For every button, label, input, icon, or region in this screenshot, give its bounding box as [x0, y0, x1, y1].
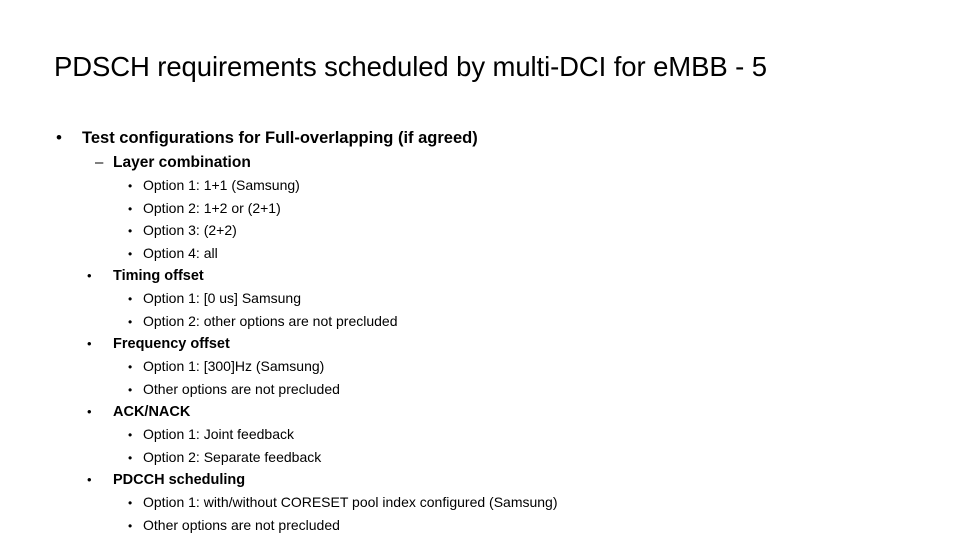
- option-label: Option 4: all: [143, 244, 218, 261]
- option-label: Option 3: (2+2): [143, 222, 237, 238]
- bullet-dot-icon: •: [87, 268, 92, 283]
- bullet-dot-icon: •: [128, 428, 133, 442]
- option-row: • Option 2: other options are not preclu…: [0, 311, 960, 333]
- section-heading-row: • Frequency offset: [0, 333, 960, 355]
- option-label: Option 1: 1+1 (Samsung): [143, 177, 300, 193]
- option-label: Option 1: Joint feedback: [143, 426, 294, 442]
- option-row: • Option 2: Separate feedback: [0, 447, 960, 469]
- section-heading-row: • Timing offset: [0, 265, 960, 287]
- slide-body: • Test configurations for Full-overlappi…: [0, 126, 960, 537]
- bullet-dot-icon: •: [128, 382, 133, 397]
- option-row: • Other options are not precluded: [0, 379, 960, 401]
- bullet-dot-icon: •: [128, 518, 133, 533]
- option-row: • Option 3: (2+2): [0, 220, 960, 242]
- option-row: • Option 1: [0 us] Samsung: [0, 288, 960, 310]
- section-layer-combination: – Layer combination • Option 1: 1+1 (Sam…: [0, 152, 960, 264]
- bullet-dot-icon: •: [128, 360, 133, 374]
- bullet-level1-label: Test configurations for Full-overlapping…: [82, 129, 478, 147]
- option-label: Option 1: with/without CORESET pool inde…: [143, 494, 558, 510]
- bullet-dot-icon: •: [128, 496, 133, 510]
- bullet-dot-icon: •: [128, 292, 133, 306]
- page-title: PDSCH requirements scheduled by multi-DC…: [54, 51, 767, 82]
- section-timing-offset: • Timing offset • Option 1: [0 us] Samsu…: [0, 265, 960, 332]
- section-heading-label: Timing offset: [113, 268, 204, 284]
- section-heading-row: • PDCCH scheduling: [0, 469, 960, 491]
- option-label: Option 1: [0 us] Samsung: [143, 290, 301, 306]
- section-heading-row: • ACK/NACK: [0, 401, 960, 423]
- option-label: Option 2: Separate feedback: [143, 448, 322, 465]
- option-label: Option 2: other options are not preclude…: [143, 312, 398, 329]
- bullet-dot-icon: •: [128, 179, 133, 193]
- option-row: • Option 2: 1+2 or (2+1): [0, 198, 960, 220]
- option-label: Option 2: 1+2 or (2+1): [143, 199, 281, 216]
- bullet-dot-icon: •: [87, 472, 92, 487]
- option-row: • Option 4: all: [0, 243, 960, 265]
- option-label: Other options are not precluded: [143, 516, 340, 533]
- section-heading-label: Frequency offset: [113, 336, 230, 352]
- bullet-dot-icon: •: [128, 201, 133, 216]
- option-row: • Option 1: with/without CORESET pool in…: [0, 492, 960, 514]
- option-label: Other options are not precluded: [143, 380, 340, 397]
- section-pdcch-scheduling: • PDCCH scheduling • Option 1: with/with…: [0, 469, 960, 536]
- section-heading-label: ACK/NACK: [113, 404, 191, 420]
- bullet-dot-icon: •: [128, 224, 133, 238]
- slide-canvas: PDSCH requirements scheduled by multi-DC…: [0, 0, 960, 540]
- option-row: • Other options are not precluded: [0, 515, 960, 537]
- section-heading-label: Layer combination: [113, 154, 251, 171]
- section-heading-row: – Layer combination: [0, 152, 960, 173]
- bullet-dot-icon: •: [128, 246, 133, 261]
- bullet-level1: • Test configurations for Full-overlappi…: [0, 126, 960, 150]
- bullet-dash-icon: –: [95, 154, 104, 171]
- section-heading-label: PDCCH scheduling: [113, 472, 246, 488]
- option-row: • Option 1: [300]Hz (Samsung): [0, 356, 960, 378]
- section-ack-nack: • ACK/NACK • Option 1: Joint feedback • …: [0, 401, 960, 468]
- bullet-dot-icon: •: [87, 404, 92, 419]
- bullet-dot-icon: •: [56, 128, 62, 147]
- option-row: • Option 1: Joint feedback: [0, 424, 960, 446]
- bullet-dot-icon: •: [128, 450, 133, 465]
- bullet-dot-icon: •: [128, 314, 133, 329]
- option-label: Option 1: [300]Hz (Samsung): [143, 358, 325, 374]
- section-frequency-offset: • Frequency offset • Option 1: [300]Hz (…: [0, 333, 960, 400]
- option-row: • Option 1: 1+1 (Samsung): [0, 175, 960, 197]
- bullet-dot-icon: •: [87, 336, 92, 351]
